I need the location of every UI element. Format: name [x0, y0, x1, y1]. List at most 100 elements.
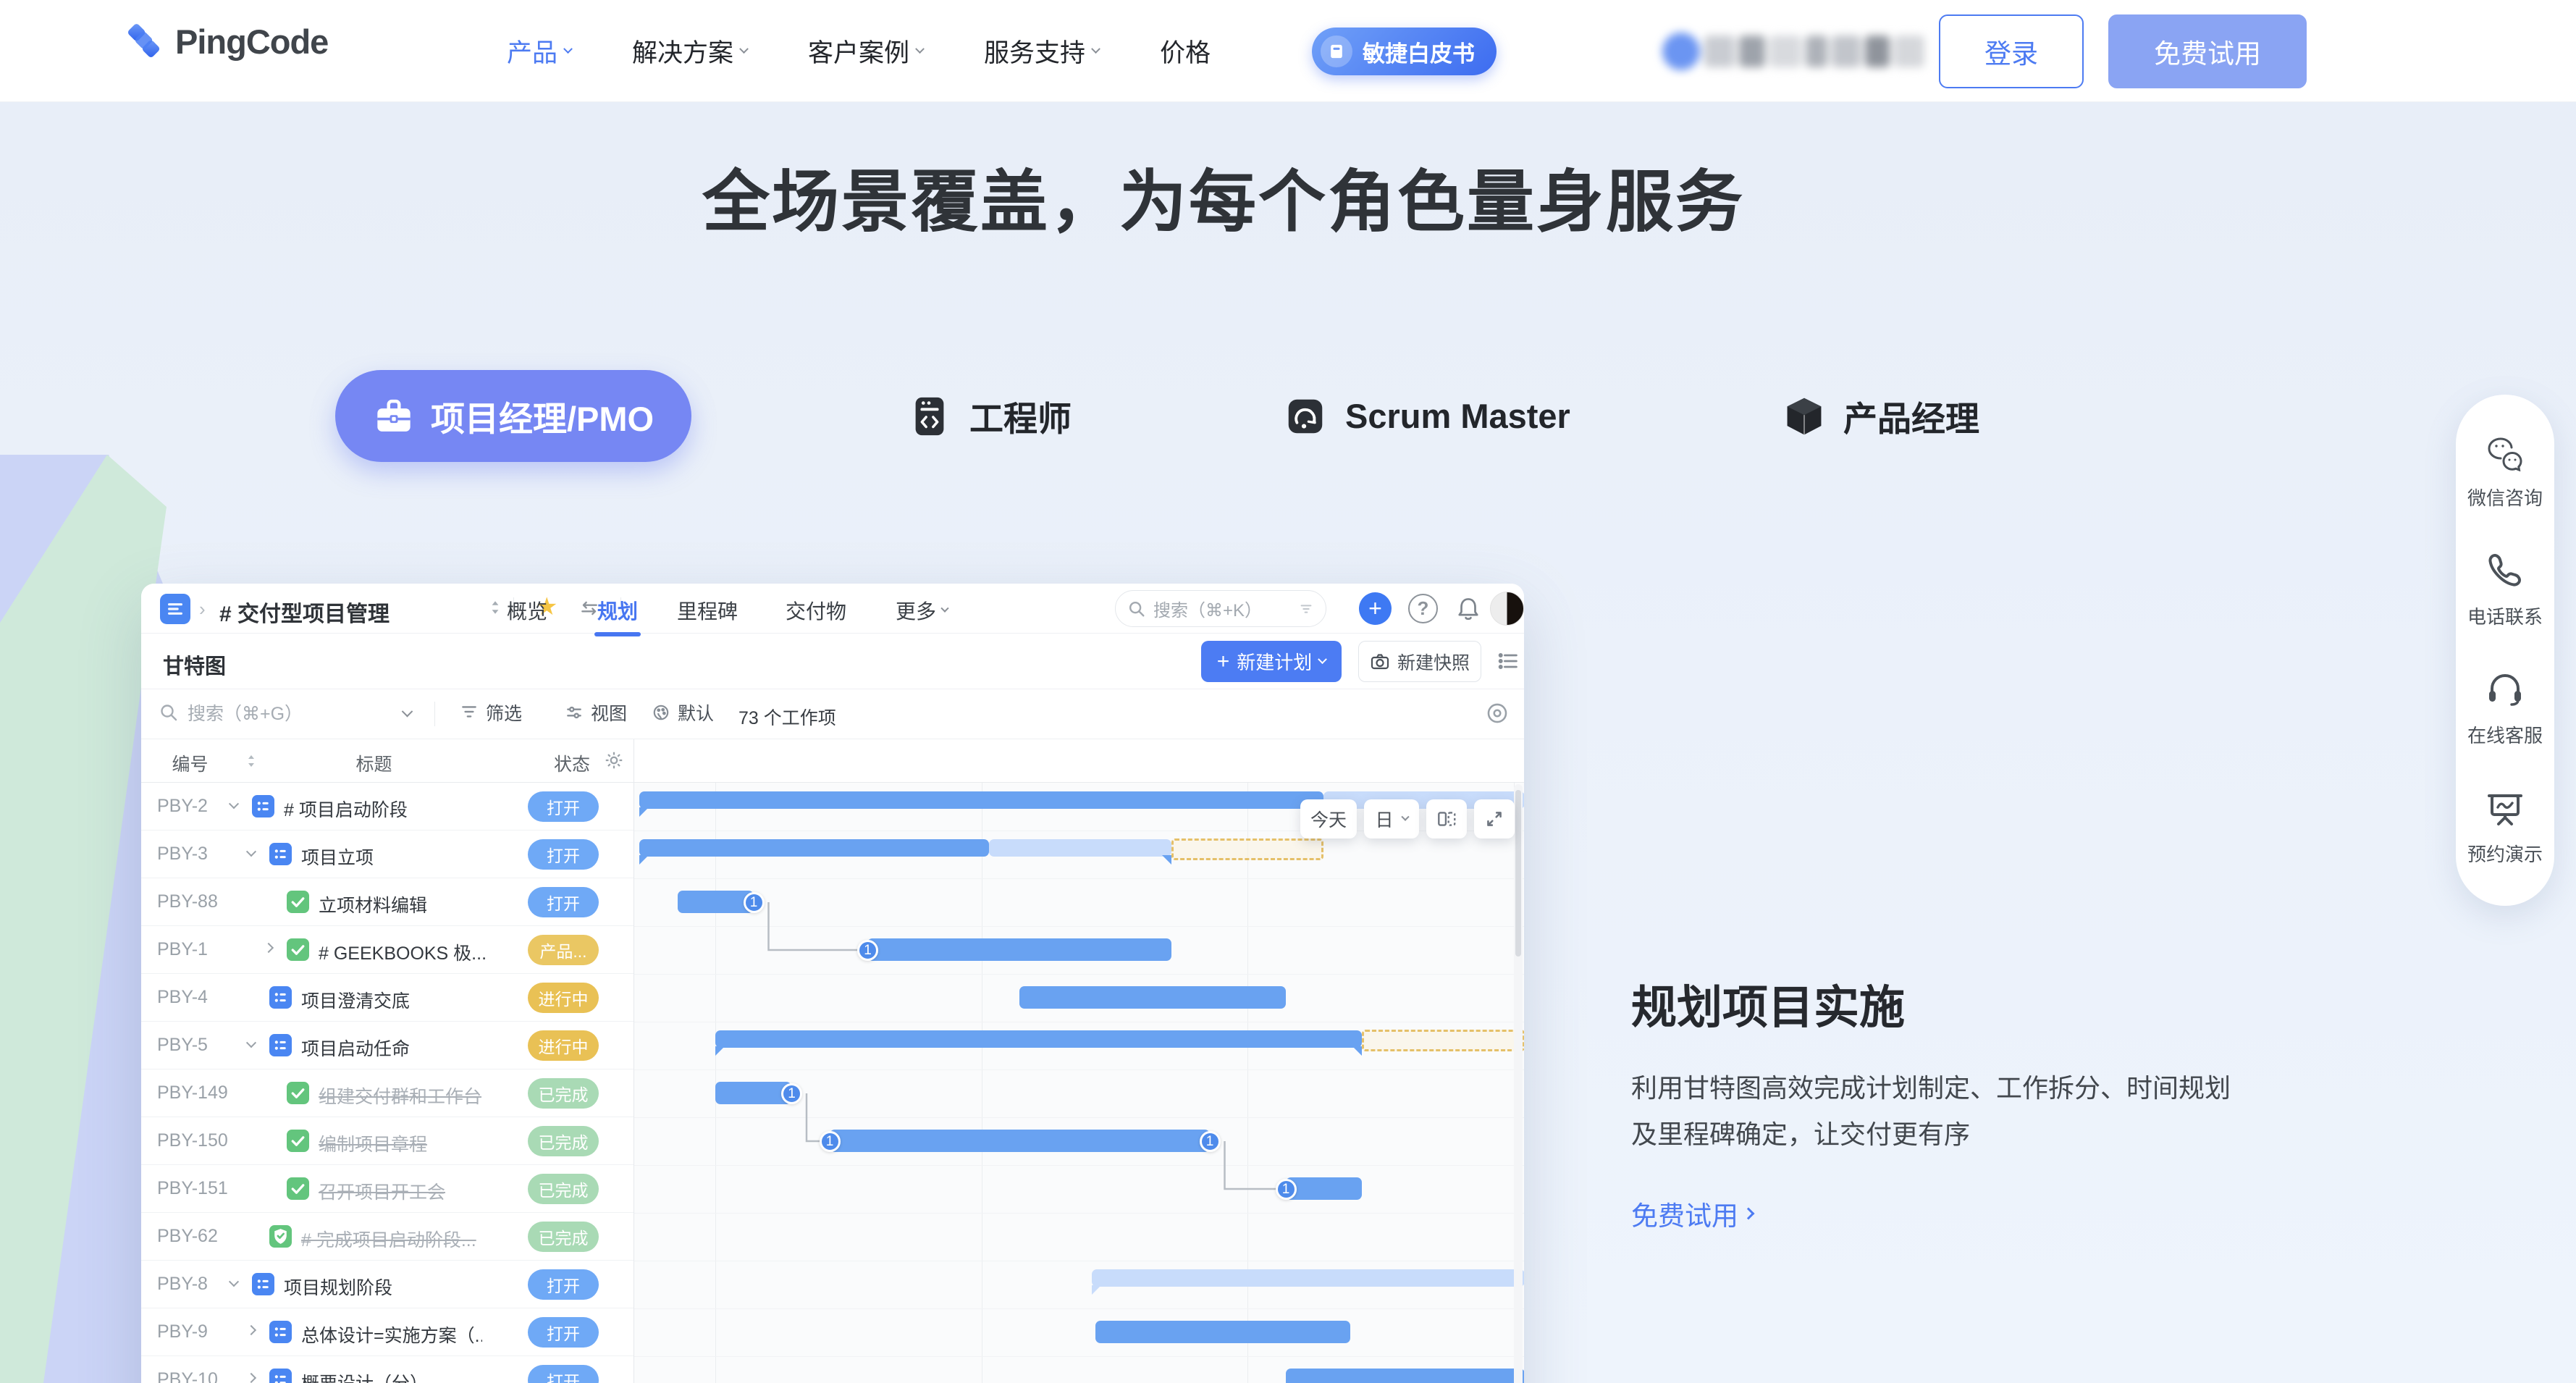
row-title[interactable]: 项目启动任命 — [301, 1035, 410, 1061]
row-title[interactable]: 项目规划阶段 — [284, 1274, 392, 1300]
split-view-button[interactable] — [1426, 799, 1467, 838]
whitepaper-badge[interactable]: 敏捷白皮书 — [1312, 28, 1497, 75]
chevron-right-icon[interactable] — [264, 943, 274, 953]
table-row[interactable]: PBY-4项目澄清交底进行中 — [141, 974, 634, 1022]
status-badge[interactable]: 已完成 — [528, 1174, 599, 1204]
status-badge[interactable]: 打开 — [528, 791, 599, 822]
today-button[interactable]: 今天 — [1300, 799, 1357, 838]
dependency-badge[interactable]: 1 — [1276, 1179, 1297, 1200]
table-settings-gear-icon[interactable] — [603, 749, 625, 776]
status-badge[interactable]: 进行中 — [528, 1030, 599, 1061]
login-button[interactable]: 登录 — [1939, 14, 2084, 88]
table-row[interactable]: PBY-3项目立项打开 — [141, 831, 634, 878]
contact-phone[interactable]: 电话联系 — [2456, 550, 2554, 668]
table-row[interactable]: PBY-5项目启动任命进行中 — [141, 1022, 634, 1069]
table-row[interactable]: PBY-1# GEEKBOOKS 极...产品... — [141, 926, 634, 974]
chevron-right-icon[interactable] — [246, 1325, 256, 1335]
chevron-down-icon[interactable] — [229, 799, 239, 809]
row-title[interactable]: 召开项目开工会 — [319, 1178, 445, 1204]
notification-bell-icon[interactable] — [1453, 594, 1483, 623]
contact-service[interactable]: 在线客服 — [2456, 668, 2554, 787]
nav-item-pricing[interactable]: 价格 — [1160, 33, 1211, 70]
locate-icon[interactable] — [1485, 701, 1510, 726]
status-badge[interactable]: 已完成 — [528, 1222, 599, 1252]
row-title[interactable]: # 完成项目启动阶段... — [301, 1226, 476, 1252]
table-row[interactable]: PBY-62# 完成项目启动阶段...已完成 — [141, 1213, 634, 1261]
column-title[interactable]: 标题 — [239, 750, 509, 776]
theme-button[interactable]: 默认 — [652, 699, 714, 726]
status-badge[interactable]: 产品... — [528, 935, 599, 965]
app-search-input[interactable]: 搜索（⌘+K） — [1115, 590, 1326, 627]
dependency-badge[interactable]: 1 — [820, 1131, 841, 1152]
column-id[interactable]: 编号 — [141, 750, 239, 776]
row-title[interactable]: 立项材料编辑 — [319, 891, 427, 917]
contact-wechat[interactable]: 微信咨询 — [2456, 431, 2554, 550]
chevron-down-icon[interactable] — [246, 846, 256, 857]
status-badge[interactable]: 打开 — [528, 839, 599, 870]
new-snapshot-button[interactable]: 新建快照 — [1358, 641, 1481, 682]
tab-scrum[interactable]: Scrum Master — [1283, 370, 1570, 462]
row-title[interactable]: # GEEKBOOKS 极... — [319, 939, 487, 965]
user-avatar[interactable] — [1490, 592, 1524, 626]
table-row[interactable]: PBY-10概要设计（分）打开 — [141, 1356, 634, 1383]
status-badge[interactable]: 打开 — [528, 1365, 599, 1383]
nav-item-products[interactable]: 产品 — [507, 33, 571, 70]
table-row[interactable]: PBY-88立项材料编辑打开 — [141, 878, 634, 926]
status-badge[interactable]: 进行中 — [528, 983, 599, 1013]
nav-item-support[interactable]: 服务支持 — [984, 33, 1099, 70]
new-plan-button[interactable]: + 新建计划 — [1201, 641, 1342, 682]
table-row[interactable]: PBY-150编制项目章程已完成 — [141, 1117, 634, 1165]
dependency-badge[interactable]: 1 — [744, 892, 765, 913]
feature-free-trial-link[interactable]: 免费试用 — [1631, 1194, 1753, 1233]
view-button[interactable]: 视图 — [565, 699, 627, 726]
row-title[interactable]: 总体设计=实施方案（... — [301, 1321, 482, 1348]
filter-button[interactable]: 筛选 — [460, 699, 522, 726]
table-row[interactable]: PBY-8项目规划阶段打开 — [141, 1261, 634, 1308]
contact-demo[interactable]: 预约演示 — [2456, 787, 2554, 906]
table-row[interactable]: PBY-149组建交付群和工作台已完成 — [141, 1069, 634, 1117]
tab-engineer[interactable]: 工程师 — [907, 370, 1072, 462]
status-badge[interactable]: 已完成 — [528, 1126, 599, 1156]
row-title[interactable]: 项目立项 — [301, 844, 374, 870]
app-tab-milestone[interactable]: 里程碑 — [677, 596, 738, 625]
chevron-down-icon[interactable] — [402, 706, 413, 718]
project-name[interactable]: # 交付型项目管理 — [219, 596, 390, 628]
swap-icon[interactable] — [579, 598, 599, 618]
pingcode-logo[interactable]: PingCode — [123, 20, 328, 62]
tab-product[interactable]: 产品经理 — [1782, 370, 1979, 462]
app-tab-deliverable[interactable]: 交付物 — [786, 596, 846, 625]
status-badge[interactable]: 已完成 — [528, 1078, 599, 1109]
free-trial-button[interactable]: 免费试用 — [2108, 14, 2307, 88]
app-tab-plan[interactable]: 规划 — [597, 596, 638, 625]
table-row[interactable]: PBY-151召开项目开工会已完成 — [141, 1165, 634, 1213]
row-title[interactable]: 项目澄清交底 — [301, 987, 410, 1013]
table-row[interactable]: PBY-9总体设计=实施方案（...打开 — [141, 1308, 634, 1356]
chevron-down-icon[interactable] — [229, 1277, 239, 1287]
dependency-badge[interactable]: 1 — [857, 940, 878, 961]
status-badge[interactable]: 打开 — [528, 1269, 599, 1300]
tab-pm[interactable]: 项目经理/PMO — [335, 370, 691, 462]
gantt-search-input[interactable]: 搜索（⌘+G） — [159, 699, 303, 726]
add-button[interactable]: + — [1359, 592, 1392, 625]
scale-select[interactable]: 日 — [1364, 799, 1419, 838]
project-sort-icon[interactable] — [487, 600, 503, 615]
app-tab-more[interactable]: 更多 — [896, 596, 948, 625]
column-status[interactable]: 状态 — [509, 750, 590, 776]
view-list-icon[interactable] — [1497, 650, 1520, 673]
help-icon[interactable]: ? — [1408, 594, 1438, 623]
app-tab-overview[interactable]: 概览 — [507, 596, 547, 625]
chevron-right-icon[interactable] — [246, 1373, 256, 1383]
row-title[interactable]: 概要设计（分） — [301, 1369, 428, 1383]
status-badge[interactable]: 打开 — [528, 887, 599, 917]
row-title[interactable]: # 项目启动阶段 — [284, 796, 408, 822]
fullscreen-button[interactable] — [1474, 799, 1515, 838]
nav-item-solutions[interactable]: 解决方案 — [632, 33, 747, 70]
status-badge[interactable]: 打开 — [528, 1317, 599, 1348]
dependency-badge[interactable]: 1 — [1200, 1131, 1221, 1152]
dependency-badge[interactable]: 1 — [781, 1083, 802, 1104]
nav-item-cases[interactable]: 客户案例 — [808, 33, 923, 70]
chevron-down-icon[interactable] — [246, 1038, 256, 1048]
table-row[interactable]: PBY-2# 项目启动阶段打开 — [141, 783, 634, 831]
row-title[interactable]: 组建交付群和工作台 — [319, 1083, 481, 1109]
row-title[interactable]: 编制项目章程 — [319, 1130, 427, 1156]
